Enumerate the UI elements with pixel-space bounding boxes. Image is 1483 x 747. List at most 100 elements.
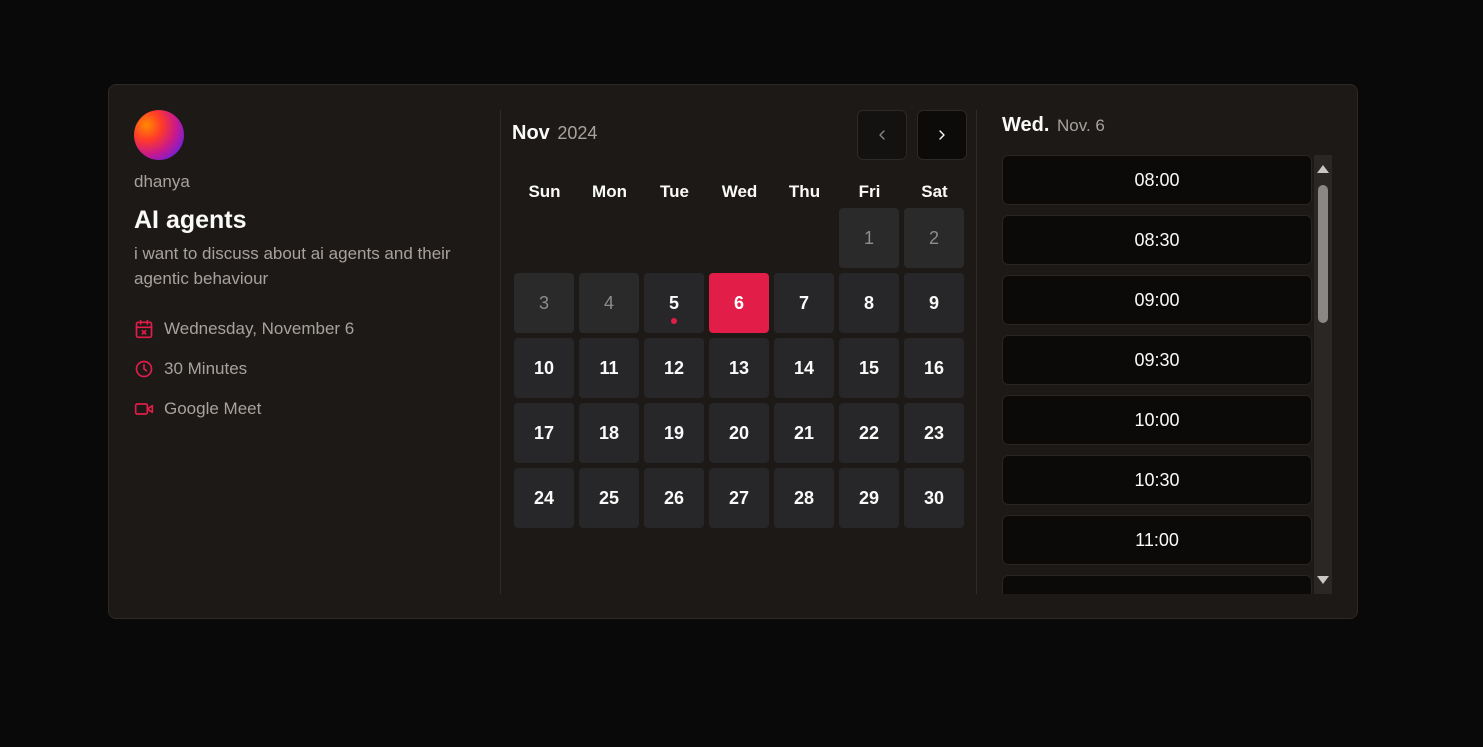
- event-location-row: Google Meet: [134, 397, 474, 421]
- month-label: Nov: [512, 122, 550, 144]
- day-number: 26: [663, 487, 685, 508]
- calendar-day[interactable]: 29: [839, 468, 899, 528]
- calendar-day[interactable]: 19: [644, 403, 704, 463]
- next-month-button[interactable]: [917, 110, 967, 160]
- day-number: 3: [538, 292, 549, 313]
- scrollbar[interactable]: [1314, 155, 1332, 594]
- weekday-label: Sun: [528, 182, 561, 201]
- clock-icon: [134, 359, 154, 379]
- calendar-icon: [134, 319, 154, 339]
- calendar-day[interactable]: 28: [774, 468, 834, 528]
- calendar-day[interactable]: 12: [644, 338, 704, 398]
- day-number: 18: [598, 422, 620, 443]
- calendar-day[interactable]: 23: [904, 403, 964, 463]
- divider: [976, 110, 977, 594]
- calendar-day: 3: [514, 273, 574, 333]
- day-number: 20: [728, 422, 750, 443]
- calendar-day[interactable]: 11: [579, 338, 639, 398]
- calendar-day[interactable]: 9: [904, 273, 964, 333]
- time-slot-button[interactable]: 08:30: [1002, 215, 1312, 265]
- calendar-day[interactable]: 21: [774, 403, 834, 463]
- weekday-label: Mon: [592, 182, 627, 201]
- calendar-header: Nov 2024: [512, 110, 967, 160]
- calendar-day[interactable]: 8: [839, 273, 899, 333]
- scroll-up-arrow[interactable]: [1317, 165, 1329, 173]
- time-slot-list[interactable]: 08:00 08:30 09:00 09:30 10:00 10:30 11:00: [1002, 155, 1312, 594]
- calendar-day[interactable]: 16: [904, 338, 964, 398]
- day-number: 19: [663, 422, 685, 443]
- calendar-day[interactable]: 7: [774, 273, 834, 333]
- day-number: 17: [533, 422, 555, 443]
- calendar-day[interactable]: 13: [709, 338, 769, 398]
- calendar: Nov 2024 Sun Mon Tue Wed Thu Fri Sat 123…: [512, 110, 967, 528]
- event-duration: 30 Minutes: [164, 359, 248, 378]
- weekday-label: Wed: [721, 182, 758, 201]
- calendar-day: 4: [579, 273, 639, 333]
- calendar-day[interactable]: 30: [904, 468, 964, 528]
- calendar-day-selected[interactable]: 6: [709, 273, 769, 333]
- weekday-header: Sun Mon Tue Wed Thu Fri Sat: [512, 182, 967, 202]
- day-number: 30: [923, 487, 945, 508]
- day-number: 8: [863, 292, 874, 313]
- calendar-day[interactable]: 14: [774, 338, 834, 398]
- event-title: AI agents: [134, 206, 247, 234]
- day-number: 5: [668, 292, 679, 313]
- day-number: 6: [733, 292, 744, 313]
- scroll-down-arrow[interactable]: [1317, 576, 1329, 584]
- weekday-label: Thu: [788, 182, 821, 201]
- calendar-day[interactable]: 17: [514, 403, 574, 463]
- day-number: 4: [603, 292, 614, 313]
- time-slot-button[interactable]: 08:00: [1002, 155, 1312, 205]
- day-number: 9: [928, 292, 939, 313]
- year-label: 2024: [557, 123, 598, 143]
- scroll-thumb[interactable]: [1318, 185, 1328, 323]
- day-number: 16: [923, 357, 945, 378]
- time-slot-button[interactable]: 10:30: [1002, 455, 1312, 505]
- day-number: 24: [533, 487, 555, 508]
- day-number: 28: [793, 487, 815, 508]
- selected-date-header: Wed. Nov. 6: [1002, 110, 1332, 140]
- day-number: 22: [858, 422, 880, 443]
- day-number: 13: [728, 357, 750, 378]
- calendar-day[interactable]: 25: [579, 468, 639, 528]
- prev-month-button[interactable]: [857, 110, 907, 160]
- day-number: 2: [928, 227, 939, 248]
- day-number: 7: [798, 292, 809, 313]
- avatar: [134, 110, 184, 160]
- weekday-label: Tue: [660, 182, 689, 201]
- calendar-day[interactable]: 22: [839, 403, 899, 463]
- time-slot-button[interactable]: 10:00: [1002, 395, 1312, 445]
- calendar-day[interactable]: 26: [644, 468, 704, 528]
- calendar-day: 1: [839, 208, 899, 268]
- time-slot-button[interactable]: 11:00: [1002, 515, 1312, 565]
- day-number: 14: [793, 357, 815, 378]
- calendar-day[interactable]: 10: [514, 338, 574, 398]
- calendar-day[interactable]: 24: [514, 468, 574, 528]
- selected-day: Wed.: [1002, 114, 1050, 136]
- time-slot-button[interactable]: [1002, 575, 1312, 594]
- day-number: 11: [599, 357, 619, 378]
- calendar-day[interactable]: 20: [709, 403, 769, 463]
- event-date-row: Wednesday, November 6: [134, 317, 474, 341]
- day-number: 1: [863, 227, 874, 248]
- day-number: 10: [533, 357, 555, 378]
- month-title: Nov 2024: [512, 122, 597, 145]
- time-slots-panel: Wed. Nov. 6 08:00 08:30 09:00 09:30 10:00 10:…: [1002, 110, 1332, 594]
- calendar-day[interactable]: 5: [644, 273, 704, 333]
- selected-date: Nov. 6: [1056, 116, 1105, 135]
- calendar-day[interactable]: 15: [839, 338, 899, 398]
- event-duration-row: 30 Minutes: [134, 357, 474, 381]
- weekday-label: Sat: [921, 182, 948, 201]
- calendar-day[interactable]: 18: [579, 403, 639, 463]
- today-indicator: [671, 318, 677, 324]
- time-slot-button[interactable]: 09:30: [1002, 335, 1312, 385]
- time-slot-button[interactable]: 09:00: [1002, 275, 1312, 325]
- chevron-right-icon: [939, 130, 945, 140]
- event-info-panel: dhanya AI agents i want to discuss about…: [134, 110, 474, 421]
- booking-card: dhanya AI agents i want to discuss about…: [108, 84, 1358, 619]
- day-number: 27: [728, 487, 750, 508]
- calendar-day[interactable]: 27: [709, 468, 769, 528]
- host-name: dhanya: [134, 172, 190, 191]
- event-date: Wednesday, November 6: [164, 319, 355, 338]
- divider: [500, 110, 501, 594]
